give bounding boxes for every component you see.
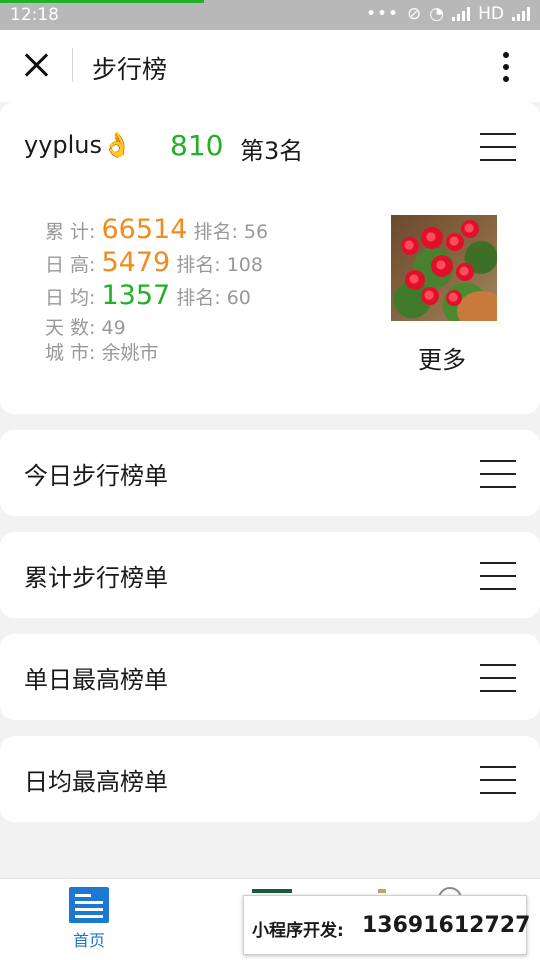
today-steps: 810	[170, 129, 224, 162]
stat-rank-label: 排名:	[176, 287, 221, 309]
more-dots-icon: •••	[365, 4, 400, 24]
list-card-today[interactable]: 今日步行榜单	[0, 430, 540, 516]
stat-row-days: 天 数: 49	[45, 313, 268, 339]
ad-banner[interactable]: 小程序开发: 13691612727	[243, 895, 531, 955]
stat-rank-label: 排名:	[176, 254, 221, 276]
user-photo[interactable]	[391, 215, 497, 321]
link-icon: ⊘	[407, 4, 422, 24]
stat-row-daily-high: 日 高: 5479 排名: 108	[45, 247, 268, 280]
list-card-label: 日均最高榜单	[24, 768, 168, 796]
tab-home[interactable]: 首页	[66, 887, 112, 951]
stat-value: 66514	[101, 214, 188, 245]
stat-value: 1357	[101, 280, 171, 311]
rank-label: 第3名	[240, 137, 304, 165]
nav-divider	[72, 48, 73, 82]
signal-icon-2	[512, 7, 530, 21]
city-label: 城 市:	[45, 342, 96, 364]
list-card-label: 单日最高榜单	[24, 666, 168, 694]
stat-row-city: 城 市: 余姚市	[45, 338, 268, 364]
list-card-label: 今日步行榜单	[24, 462, 168, 490]
list-card-total[interactable]: 累计步行榜单	[0, 532, 540, 618]
stats-block: 累 计: 66514 排名: 56 日 高: 5479 排名: 108 日 均:…	[45, 214, 268, 364]
stat-rank-value: 60	[226, 287, 251, 309]
menu-icon[interactable]	[480, 766, 516, 794]
stat-label: 日 均:	[45, 287, 96, 309]
list-card-daily-high[interactable]: 单日最高榜单	[0, 634, 540, 720]
menu-icon[interactable]	[480, 664, 516, 692]
ad-label: 小程序开发:	[252, 921, 344, 941]
days-label: 天 数:	[45, 317, 96, 339]
wifi-icon: ◔	[429, 4, 445, 24]
username: yyplus👌	[24, 131, 132, 159]
stat-row-total: 累 计: 66514 排名: 56	[45, 214, 268, 247]
city-value: 余姚市	[101, 342, 159, 364]
list-card-label: 累计步行榜单	[24, 564, 168, 592]
stat-row-daily-average: 日 均: 1357 排名: 60	[45, 280, 268, 313]
days-value: 49	[101, 317, 126, 339]
status-bar: 12:18 ••• ⊘ ◔ HD	[0, 0, 540, 30]
profile-card: yyplus👌 810 第3名 累 计: 66514 排名: 56 日 高: 5…	[0, 102, 540, 414]
menu-icon[interactable]	[480, 562, 516, 590]
more-link[interactable]: 更多	[418, 340, 466, 375]
stat-rank-value: 108	[226, 254, 263, 276]
tab-home-label: 首页	[72, 931, 105, 950]
stat-label: 日 高:	[45, 254, 96, 276]
nav-bar: 步行榜	[0, 30, 540, 102]
stat-label: 累 计:	[45, 221, 96, 243]
signal-icon	[452, 7, 471, 21]
menu-icon[interactable]	[480, 133, 516, 161]
network-type: HD	[478, 4, 504, 24]
document-icon	[69, 887, 109, 923]
stat-value: 5479	[101, 247, 171, 278]
stat-rank-label: 排名:	[193, 221, 238, 243]
page-title: 步行榜	[92, 55, 168, 84]
status-icons: ••• ⊘ ◔ HD	[366, 4, 530, 24]
ad-phone: 13691612727	[362, 913, 531, 938]
close-icon[interactable]	[22, 50, 52, 80]
more-options-icon[interactable]	[502, 52, 510, 82]
page-load-progress	[0, 0, 204, 3]
stat-rank-value: 56	[243, 221, 269, 243]
menu-icon[interactable]	[480, 460, 516, 488]
list-card-daily-average[interactable]: 日均最高榜单	[0, 736, 540, 822]
status-time: 12:18	[10, 5, 59, 25]
